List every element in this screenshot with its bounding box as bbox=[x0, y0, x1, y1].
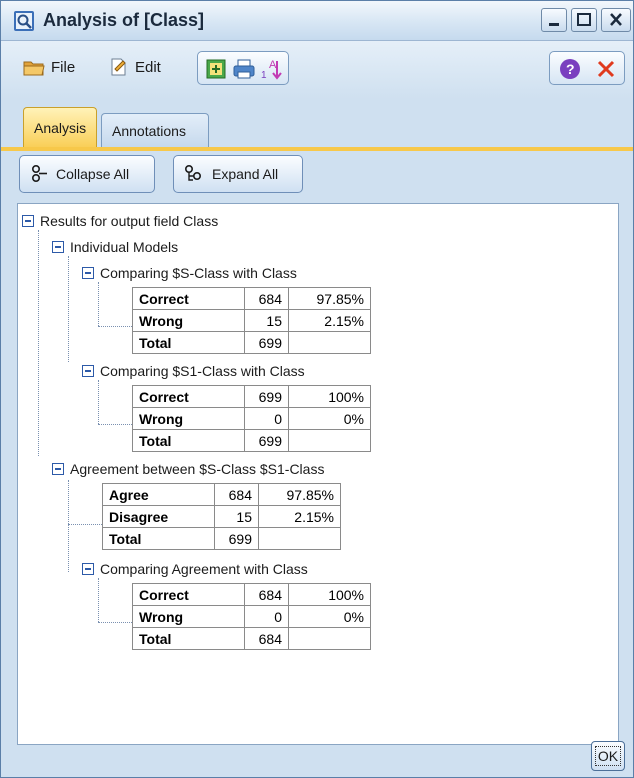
table-row: Wrong 15 2.15% bbox=[132, 309, 371, 332]
maximize-icon bbox=[577, 13, 591, 26]
expand-all-label: Expand All bbox=[212, 166, 279, 182]
edit-icon bbox=[111, 58, 126, 76]
tree-node-root[interactable]: Results for output field Class bbox=[22, 213, 218, 229]
collapse-toggle-icon[interactable] bbox=[82, 563, 94, 575]
collapse-toggle-icon[interactable] bbox=[82, 267, 94, 279]
analysis-results-panel[interactable]: Results for output field Class Individua… bbox=[17, 203, 619, 745]
maximize-button[interactable] bbox=[571, 8, 597, 32]
edit-menu[interactable]: Edit bbox=[109, 53, 161, 81]
collapse-toggle-icon[interactable] bbox=[82, 365, 94, 377]
close-output-icon[interactable] bbox=[594, 57, 618, 81]
print-icon[interactable] bbox=[232, 57, 256, 81]
table-row: Total 684 bbox=[132, 627, 371, 650]
edit-menu-label: Edit bbox=[135, 58, 161, 76]
collapse-tree-icon bbox=[31, 164, 47, 183]
tree-connector bbox=[98, 424, 132, 425]
table-row: Correct 699 100% bbox=[132, 385, 371, 408]
file-menu[interactable]: File bbox=[23, 53, 75, 81]
tree-connector bbox=[98, 622, 132, 623]
file-menu-label: File bbox=[51, 58, 76, 76]
tab-analysis[interactable]: Analysis bbox=[23, 107, 98, 147]
tree-node-label: Individual Models bbox=[70, 239, 179, 255]
analysis-window-icon bbox=[14, 11, 34, 31]
minimize-icon bbox=[549, 23, 559, 26]
tab-strip: Analysis Annotations bbox=[1, 99, 633, 147]
toolbar: File Edit 1 A ? bbox=[1, 41, 633, 99]
results-table-agreement-class: Correct 684 100% Wrong 0 0% Total 684 bbox=[132, 583, 371, 650]
tree-node-label: Comparing $S-Class with Class bbox=[100, 265, 297, 281]
table-row: Total 699 bbox=[132, 331, 371, 354]
help-icon[interactable]: ? bbox=[558, 57, 582, 81]
collapse-all-label: Collapse All bbox=[56, 166, 130, 182]
tree-connector bbox=[98, 282, 99, 326]
results-table-s1: Correct 699 100% Wrong 0 0% Total 699 bbox=[132, 385, 371, 452]
minimize-button[interactable] bbox=[541, 8, 567, 32]
export-icon[interactable] bbox=[204, 57, 228, 81]
toolbar-action-group: 1 A bbox=[197, 51, 289, 85]
expand-tree-icon bbox=[184, 164, 202, 181]
tree-connector bbox=[98, 326, 132, 327]
table-row: Agree 684 97.85% bbox=[102, 483, 341, 506]
tree-node-label: Comparing $S1-Class with Class bbox=[100, 363, 305, 379]
tree-node-individual-models[interactable]: Individual Models bbox=[52, 239, 178, 255]
ok-button-label: OK bbox=[594, 746, 622, 766]
tree-connector bbox=[68, 256, 69, 362]
tree-node-comparing-s[interactable]: Comparing $S-Class with Class bbox=[82, 265, 297, 281]
tab-annotations[interactable]: Annotations bbox=[101, 113, 209, 147]
window-title: Analysis of [Class] bbox=[43, 10, 205, 30]
table-row: Wrong 0 0% bbox=[132, 605, 371, 628]
tree-node-label: Agreement between $S-Class $S1-Class bbox=[70, 461, 325, 477]
tree-node-label: Comparing Agreement with Class bbox=[100, 561, 308, 577]
collapse-toggle-icon[interactable] bbox=[22, 215, 34, 227]
sort-icon[interactable]: 1 A bbox=[260, 57, 284, 81]
close-icon bbox=[610, 13, 622, 26]
tree-node-comparing-agreement[interactable]: Comparing Agreement with Class bbox=[82, 561, 308, 577]
svg-text:A: A bbox=[269, 59, 277, 71]
svg-text:?: ? bbox=[566, 61, 575, 77]
help-close-group: ? bbox=[549, 51, 625, 85]
table-row: Correct 684 100% bbox=[132, 583, 371, 606]
table-row: Total 699 bbox=[102, 527, 341, 550]
collapse-all-button[interactable]: Collapse All bbox=[19, 155, 155, 193]
ok-button[interactable]: OK bbox=[591, 741, 625, 771]
svg-text:1: 1 bbox=[261, 70, 267, 81]
collapse-toggle-icon[interactable] bbox=[52, 241, 64, 253]
tree-node-agreement[interactable]: Agreement between $S-Class $S1-Class bbox=[52, 461, 324, 477]
tree-connector bbox=[38, 230, 39, 456]
close-window-button[interactable] bbox=[601, 8, 631, 32]
tree-node-label: Results for output field Class bbox=[40, 213, 219, 229]
folder-icon bbox=[23, 61, 45, 76]
tree-connector bbox=[68, 524, 102, 525]
results-table-agreement: Agree 684 97.85% Disagree 15 2.15% Total 699 bbox=[102, 483, 341, 550]
tree-controls: Collapse All Expand All bbox=[1, 151, 633, 199]
table-row: Disagree 15 2.15% bbox=[102, 505, 341, 528]
collapse-toggle-icon[interactable] bbox=[52, 463, 64, 475]
table-row: Total 699 bbox=[132, 429, 371, 452]
tree-connector bbox=[68, 480, 69, 572]
table-row: Correct 684 97.85% bbox=[132, 287, 371, 310]
analysis-window: Analysis of [Class] File Edit 1 A ? Anal… bbox=[0, 0, 634, 778]
tree-node-comparing-s1[interactable]: Comparing $S1-Class with Class bbox=[82, 363, 305, 379]
tree-connector bbox=[98, 578, 99, 622]
expand-all-button[interactable]: Expand All bbox=[173, 155, 303, 193]
title-bar[interactable]: Analysis of [Class] bbox=[1, 1, 633, 41]
table-row: Wrong 0 0% bbox=[132, 407, 371, 430]
results-table-s: Correct 684 97.85% Wrong 15 2.15% Total 699 bbox=[132, 287, 371, 354]
tree-connector bbox=[98, 380, 99, 424]
